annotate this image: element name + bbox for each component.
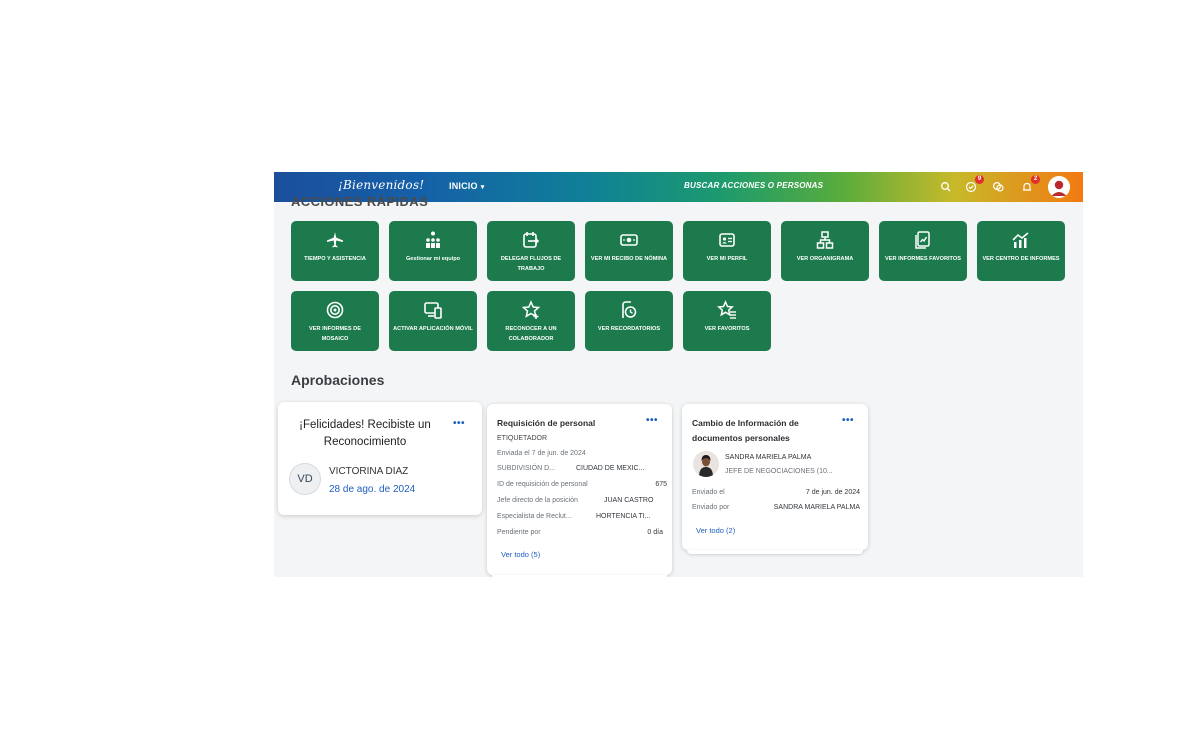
- tile-activate-mobile[interactable]: ACTIVAR APLICACIÓN MÓVIL: [389, 291, 477, 351]
- detail-row: Especialista de Reclut... HORTENCIA TI..…: [497, 513, 667, 520]
- tile-reminders[interactable]: VER RECORDATORIOS: [585, 291, 673, 351]
- tile-label: TIEMPO Y ASISTENCIA: [304, 256, 366, 262]
- more-options-icon[interactable]: •••: [453, 418, 465, 429]
- more-options-icon[interactable]: •••: [842, 415, 854, 426]
- tile-view-favorites[interactable]: VER FAVORITOS: [683, 291, 771, 351]
- tile-time-attendance[interactable]: TIEMPO Y ASISTENCIA: [291, 221, 379, 281]
- detail-row: ID de requisición de personal 675: [497, 481, 667, 488]
- approvals-heading: Aprobaciones: [291, 372, 385, 388]
- tile-label: RECONOCER A UN COLABORADOR: [505, 326, 557, 342]
- app-window: ¡Bienvenidos! INICIO ▾ BUSCAR ACCIONES O …: [274, 172, 1083, 577]
- card-stack-edge: [492, 575, 667, 577]
- detail-value: CIUDAD DE MEXIC...: [576, 465, 645, 472]
- search-actions-or-people[interactable]: BUSCAR ACCIONES O PERSONAS: [684, 181, 823, 190]
- tile-recognize-colleague[interactable]: RECONOCER A UN COLABORADOR: [487, 291, 575, 351]
- money-icon: [585, 230, 673, 250]
- calendar-delegate-icon: [487, 230, 575, 250]
- home-menu[interactable]: INICIO ▾: [449, 181, 484, 191]
- tile-view-payslip[interactable]: VER MI RECIBO DE NÓMINA: [585, 221, 673, 281]
- chevron-down-icon: ▾: [480, 184, 485, 191]
- detail-value: HORTENCIA TI...: [596, 513, 651, 520]
- detail-row: Enviado por SANDRA MARIELA PALMA: [692, 504, 860, 511]
- quick-actions-heading: ACCIONES RÁPIDAS: [291, 194, 429, 209]
- detail-label: Enviado por: [692, 504, 730, 511]
- tile-report-center[interactable]: VER CENTRO DE INFORMES: [977, 221, 1065, 281]
- tile-mosaic-reports[interactable]: VER INFORMES DE MOSAICO: [291, 291, 379, 351]
- avatar: [693, 451, 719, 477]
- bell-icon[interactable]: 2: [1019, 175, 1040, 195]
- detail-row: Pendiente por 0 día: [497, 529, 663, 536]
- document-change-card[interactable]: Cambio de Información de documentos pers…: [682, 404, 868, 554]
- avatar: VD: [289, 463, 321, 495]
- reminder-icon: [585, 300, 673, 320]
- detail-value: 0 día: [647, 529, 663, 536]
- tile-label: VER RECORDATORIOS: [597, 326, 661, 332]
- tile-favorite-reports[interactable]: VER INFORMES FAVORITOS: [879, 221, 967, 281]
- card-title: Requisición de personal: [497, 418, 596, 428]
- search-icon[interactable]: [938, 179, 954, 195]
- detail-value: 675: [655, 481, 667, 488]
- person-name: SANDRA MARIELA PALMA: [725, 454, 812, 461]
- requisition-sent-date: Enviada el 7 de jun. de 2024: [497, 450, 586, 457]
- tile-label: VER CENTRO DE INFORMES: [982, 256, 1060, 262]
- detail-label: Pendiente por: [497, 529, 541, 536]
- brand-logo[interactable]: ¡Bienvenidos!: [338, 178, 424, 192]
- tile-label: Gestionar mi equipo: [405, 256, 461, 262]
- tile-label: VER INFORMES FAVORITOS: [885, 256, 961, 262]
- tile-delegate-workflows[interactable]: DELEGAR FLUJOS DE TRABAJO: [487, 221, 575, 281]
- detail-value: SANDRA MARIELA PALMA: [773, 504, 860, 511]
- profile-card-icon: [683, 230, 771, 250]
- approvals-icon[interactable]: 9: [963, 175, 984, 195]
- notifications-badge: 2: [1031, 175, 1040, 184]
- view-all-link[interactable]: Ver todo (2): [696, 526, 735, 535]
- target-icon: [291, 300, 379, 320]
- detail-row: Jefe directo de la posición JUAN CASTRO: [497, 497, 667, 504]
- detail-label: Enviado el: [692, 489, 725, 496]
- detail-label: SUBDIVISIÓN D...: [497, 465, 555, 472]
- detail-label: Jefe directo de la posición: [497, 497, 578, 504]
- view-all-link[interactable]: Ver todo (5): [501, 550, 540, 559]
- org-chart-icon: [781, 230, 869, 250]
- tile-label: VER MI RECIBO DE NÓMINA: [590, 256, 668, 262]
- detail-value: 7 de jun. de 2024: [805, 489, 860, 496]
- tile-manage-team[interactable]: Gestionar mi equipo: [389, 221, 477, 281]
- person-role: JEFE DE NEGOCIACIONES (10...: [725, 468, 833, 475]
- home-menu-label: INICIO: [449, 181, 478, 191]
- team-icon: [389, 230, 477, 250]
- detail-label: Especialista de Reclut...: [497, 513, 572, 520]
- detail-row: SUBDIVISIÓN D... CIUDAD DE MEXIC...: [497, 465, 667, 472]
- tile-label: VER MI PERFIL: [706, 256, 748, 262]
- star-add-icon: [487, 300, 575, 320]
- people-icon[interactable]: [990, 179, 1006, 195]
- approvals-badge: 9: [975, 175, 984, 184]
- user-avatar[interactable]: [1048, 176, 1070, 198]
- recognition-card[interactable]: ¡Felicidades! Recibiste un Reconocimient…: [278, 402, 482, 515]
- tile-label: DELEGAR FLUJOS DE TRABAJO: [500, 256, 562, 272]
- requisition-subtitle: ETIQUETADOR: [497, 435, 548, 442]
- requisition-card[interactable]: Requisición de personal ••• ETIQUETADOR …: [487, 404, 672, 577]
- tile-label: VER FAVORITOS: [704, 326, 750, 332]
- more-options-icon[interactable]: •••: [646, 415, 658, 426]
- detail-value: JUAN CASTRO: [604, 497, 654, 504]
- recognition-title: ¡Felicidades! Recibiste un Reconocimient…: [299, 419, 431, 448]
- tile-view-profile[interactable]: VER MI PERFIL: [683, 221, 771, 281]
- tile-org-chart[interactable]: VER ORGANIGRAMA: [781, 221, 869, 281]
- card-stack-edge: [687, 550, 863, 554]
- tile-label: VER INFORMES DE MOSAICO: [309, 326, 361, 342]
- star-list-icon: [683, 300, 771, 320]
- airplane-icon: [291, 230, 379, 250]
- recognition-date: 28 de ago. de 2024: [329, 484, 416, 495]
- card-title: Cambio de Información de documentos pers…: [692, 418, 799, 443]
- report-center-icon: [977, 230, 1065, 250]
- detail-label: ID de requisición de personal: [497, 481, 588, 488]
- tile-label: VER ORGANIGRAMA: [796, 256, 854, 262]
- mobile-device-icon: [389, 300, 477, 320]
- report-icon: [879, 230, 967, 250]
- detail-row: Enviado el 7 de jun. de 2024: [692, 489, 860, 496]
- tile-label: ACTIVAR APLICACIÓN MÓVIL: [393, 326, 473, 332]
- sender-name: VICTORINA DIAZ: [329, 466, 409, 477]
